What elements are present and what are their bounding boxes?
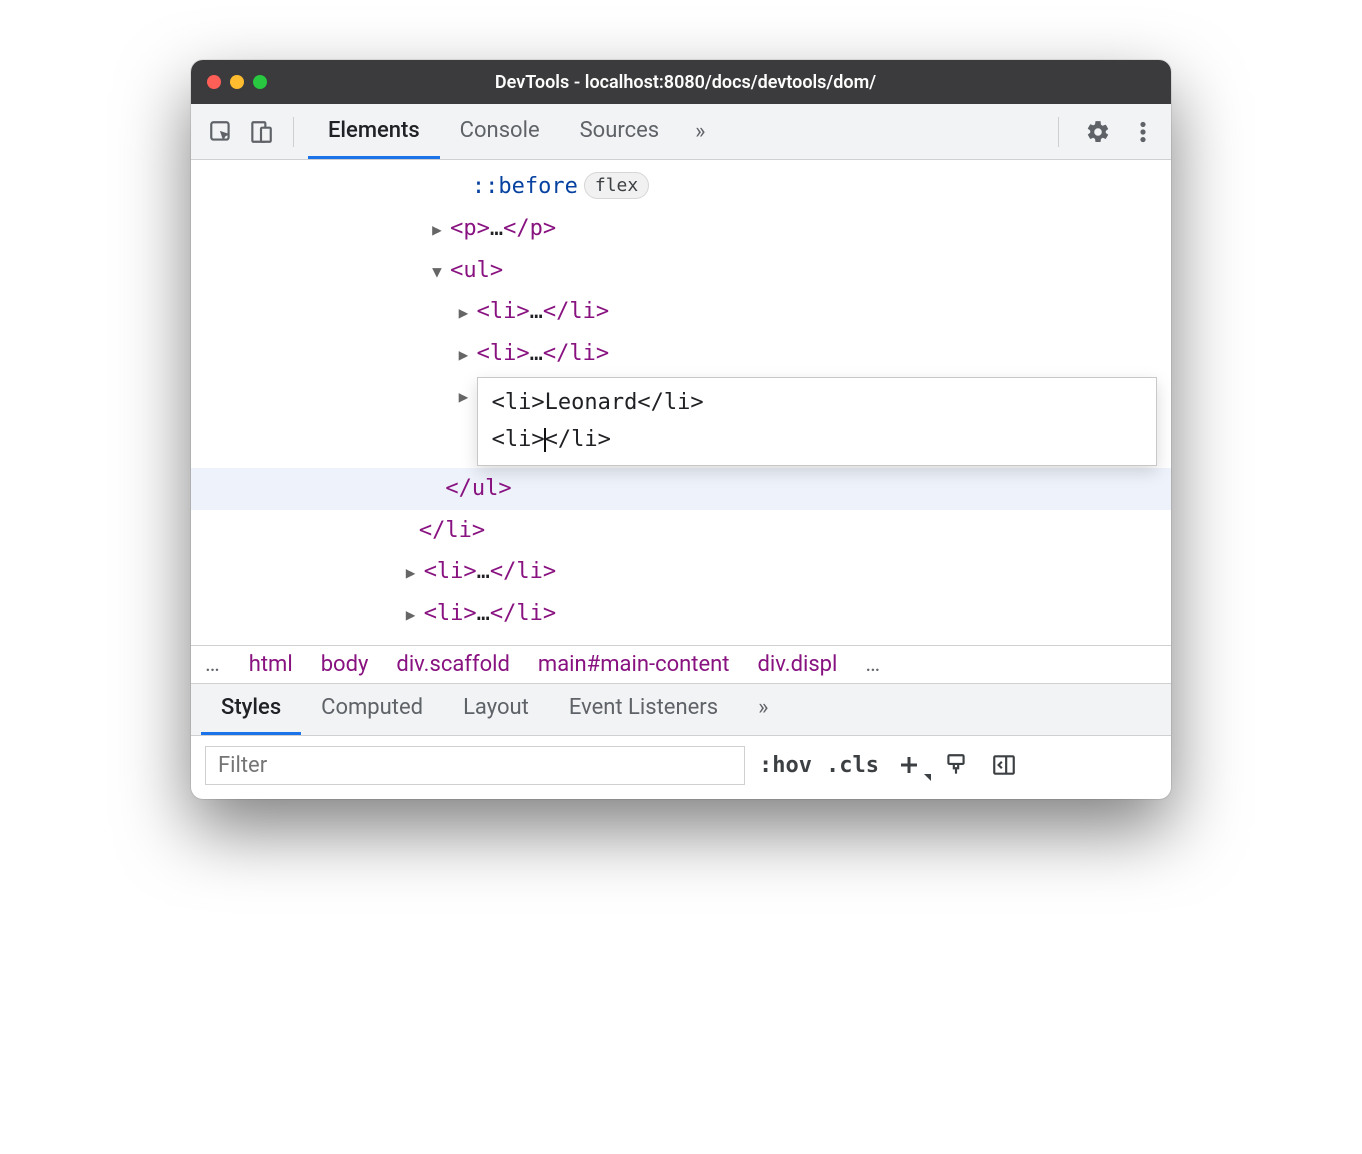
subtabs-overflow-icon[interactable]: » xyxy=(738,684,788,735)
breadcrumb-item[interactable]: body xyxy=(321,652,369,677)
expand-arrow-icon[interactable]: ▶ xyxy=(459,382,477,412)
expand-arrow-icon[interactable]: ▶ xyxy=(459,298,477,328)
expand-arrow-icon[interactable]: ▶ xyxy=(406,558,424,588)
flex-badge[interactable]: flex xyxy=(584,172,649,199)
more-menu-icon[interactable] xyxy=(1127,119,1159,145)
expand-arrow-icon[interactable]: ▶ xyxy=(406,600,424,630)
dom-node-li[interactable]: ▶<li>…</li> xyxy=(191,291,1171,333)
tab-elements[interactable]: Elements xyxy=(308,104,440,159)
dropdown-triangle-icon xyxy=(924,774,931,781)
hov-toggle[interactable]: :hov xyxy=(759,753,812,778)
collapse-arrow-icon[interactable]: ▼ xyxy=(432,257,450,287)
cls-toggle[interactable]: .cls xyxy=(826,753,879,778)
dom-tree[interactable]: ::beforeflex ▶<p>…</p> ▼<ul> ▶<li>…</li>… xyxy=(191,160,1171,645)
devtools-window: DevTools - localhost:8080/docs/devtools/… xyxy=(191,60,1171,799)
html-edit-box[interactable]: <li>Leonard</li> <li></li> xyxy=(477,377,1157,466)
subtab-layout[interactable]: Layout xyxy=(443,684,549,735)
subtab-computed[interactable]: Computed xyxy=(301,684,443,735)
computed-sidebar-toggle-icon[interactable] xyxy=(987,752,1021,778)
dom-node-li[interactable]: ▶<li>…</li> xyxy=(191,551,1171,593)
dom-node-li[interactable]: ▶<li>…</li> xyxy=(191,593,1171,635)
tabs-overflow-icon[interactable]: » xyxy=(683,119,717,144)
subtab-event-listeners[interactable]: Event Listeners xyxy=(549,684,738,735)
dom-pseudo-row[interactable]: ::beforeflex xyxy=(191,166,1171,208)
dom-node-ul[interactable]: ▼<ul> xyxy=(191,250,1171,292)
dom-node-li-close[interactable]: </li> xyxy=(191,510,1171,552)
dom-node-editing: ▶ xyxy=(191,375,477,417)
settings-gear-icon[interactable] xyxy=(1073,119,1123,145)
window-title: DevTools - localhost:8080/docs/devtools/… xyxy=(216,72,1155,93)
tab-sources[interactable]: Sources xyxy=(560,104,680,159)
main-toolbar: Elements Console Sources » xyxy=(191,104,1171,160)
device-toolbar-icon[interactable] xyxy=(243,114,279,150)
dom-node-ul-close[interactable]: </ul> xyxy=(191,468,1171,510)
expand-arrow-icon[interactable]: ▶ xyxy=(432,215,450,245)
breadcrumb-item[interactable]: main#main-content xyxy=(538,652,730,677)
expand-arrow-icon[interactable]: ▶ xyxy=(459,340,477,370)
styles-subpanel-tabs: Styles Computed Layout Event Listeners » xyxy=(191,684,1171,736)
dom-node-li[interactable]: ▶<li>…</li> xyxy=(191,333,1171,375)
dom-node-p[interactable]: ▶<p>…</p> xyxy=(191,208,1171,250)
toolbar-separator xyxy=(1058,117,1059,147)
toolbar-separator xyxy=(293,117,294,147)
subtab-styles[interactable]: Styles xyxy=(201,684,301,735)
inspect-element-icon[interactable] xyxy=(203,114,239,150)
dom-breadcrumb: … html body div.scaffold main#main-conte… xyxy=(191,645,1171,684)
titlebar: DevTools - localhost:8080/docs/devtools/… xyxy=(191,60,1171,104)
breadcrumb-overflow-left[interactable]: … xyxy=(205,652,221,677)
editor-line[interactable]: <li></li> xyxy=(492,421,1142,458)
main-tabs: Elements Console Sources xyxy=(308,104,679,159)
editor-line[interactable]: <li>Leonard</li> xyxy=(492,384,1142,421)
breadcrumb-item[interactable]: html xyxy=(249,652,293,677)
tab-console[interactable]: Console xyxy=(440,104,560,159)
paint-brush-icon[interactable] xyxy=(939,752,973,778)
breadcrumb-overflow-right[interactable]: … xyxy=(865,652,881,677)
breadcrumb-item[interactable]: div.scaffold xyxy=(396,652,510,677)
breadcrumb-item[interactable]: div.displ xyxy=(758,652,838,677)
new-style-rule-icon[interactable] xyxy=(893,753,925,777)
styles-filterbar: :hov .cls xyxy=(191,736,1171,799)
styles-filter-input[interactable] xyxy=(205,746,745,785)
